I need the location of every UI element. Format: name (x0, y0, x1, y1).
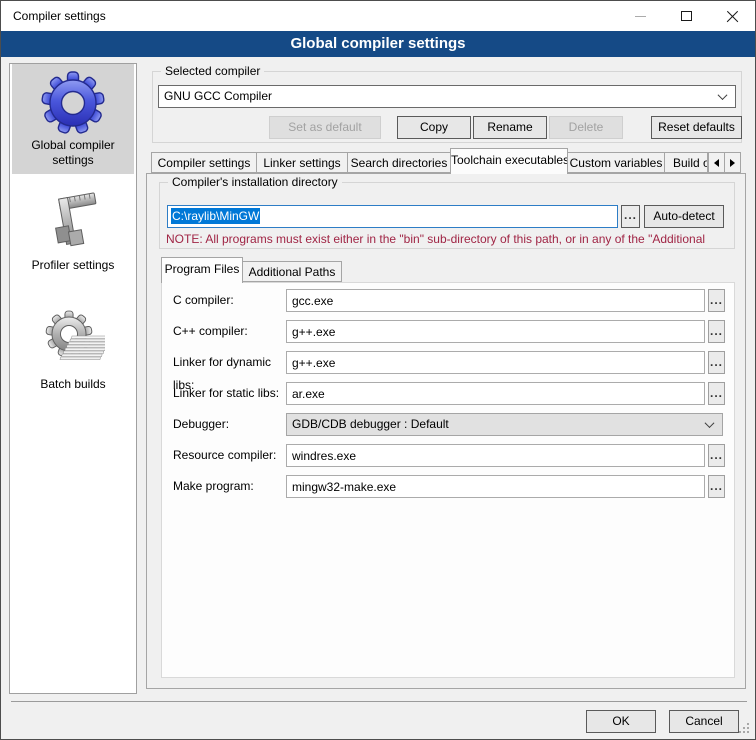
cpp-compiler-browse-button[interactable]: ... (708, 320, 725, 343)
tab-scroll-left-button[interactable] (708, 152, 725, 173)
dynamic-linker-browse-button[interactable]: ... (708, 351, 725, 374)
compiler-settings-dialog: Compiler settings Global compiler settin… (0, 0, 756, 740)
tab-search-directories[interactable]: Search directories (347, 152, 451, 173)
chevron-down-icon (705, 418, 715, 428)
debugger-value: GDB/CDB debugger : Default (292, 417, 449, 431)
make-program-label: Make program: (173, 475, 285, 498)
static-linker-label: Linker for static libs: (173, 382, 285, 405)
resource-compiler-label: Resource compiler: (173, 444, 285, 467)
minimize-icon (635, 16, 646, 17)
resource-compiler-input[interactable] (286, 444, 705, 467)
paths-tab-bar: Program Files Additional Paths (161, 257, 461, 283)
c-compiler-browse-button[interactable]: ... (708, 289, 725, 312)
resource-compiler-browse-button[interactable]: ... (708, 444, 725, 467)
caliper-icon (41, 191, 105, 255)
title-bar[interactable]: Compiler settings (1, 1, 755, 31)
tab-linker-settings[interactable]: Linker settings (256, 152, 348, 173)
debugger-dropdown[interactable]: GDB/CDB debugger : Default (286, 413, 723, 436)
c-compiler-input[interactable] (286, 289, 705, 312)
arrow-right-icon (730, 159, 735, 167)
make-program-browse-button[interactable]: ... (708, 475, 725, 498)
ok-button[interactable]: OK (586, 710, 656, 733)
window-title: Compiler settings (13, 1, 106, 31)
browse-directory-button[interactable]: ... (621, 205, 640, 228)
selected-text: C:\raylib\MinGW (171, 208, 260, 224)
static-linker-row: Linker for static libs: ... (173, 382, 729, 405)
make-program-input[interactable] (286, 475, 705, 498)
sidebar-item-global-compiler-settings[interactable]: Global compiler settings (12, 64, 134, 174)
sidebar-item-label: Global compiler settings (12, 135, 134, 174)
sidebar-item-batch-builds[interactable]: Batch builds (12, 303, 134, 398)
tab-scroll-right-button[interactable] (724, 152, 741, 173)
reset-defaults-button[interactable]: Reset defaults (651, 116, 742, 139)
caption-buttons (617, 1, 755, 31)
dynamic-linker-input[interactable] (286, 351, 705, 374)
tab-program-files[interactable]: Program Files (161, 257, 243, 283)
debugger-label: Debugger: (173, 413, 285, 436)
selected-compiler-dropdown[interactable]: GNU GCC Compiler (158, 85, 736, 108)
resource-compiler-row: Resource compiler: ... (173, 444, 729, 467)
resize-grip[interactable] (747, 731, 749, 733)
c-compiler-label: C compiler: (173, 289, 285, 312)
c-compiler-row: C compiler: ... (173, 289, 729, 312)
tab-toolchain-executables[interactable]: Toolchain executables (450, 148, 568, 174)
cpp-compiler-row: C++ compiler: ... (173, 320, 729, 343)
arrow-left-icon (714, 159, 719, 167)
sidebar-item-profiler-settings[interactable]: Profiler settings (12, 184, 134, 279)
blue-gear-icon (41, 71, 105, 135)
installation-directory-input[interactable]: C:\raylib\MinGW (167, 205, 618, 228)
selected-compiler-group-label: Selected compiler (161, 64, 264, 79)
selected-compiler-value: GNU GCC Compiler (164, 89, 272, 103)
rename-button[interactable]: Rename (473, 116, 547, 139)
set-as-default-button: Set as default (269, 116, 381, 139)
static-linker-browse-button[interactable]: ... (708, 382, 725, 405)
installation-directory-group-label: Compiler's installation directory (168, 175, 342, 190)
dynamic-linker-row: Linker for dynamic libs: ... (173, 351, 729, 374)
cpp-compiler-input[interactable] (286, 320, 705, 343)
maximize-button[interactable] (663, 1, 709, 31)
tab-compiler-settings[interactable]: Compiler settings (151, 152, 257, 173)
delete-button: Delete (549, 116, 623, 139)
tab-additional-paths[interactable]: Additional Paths (242, 261, 342, 282)
cpp-compiler-label: C++ compiler: (173, 320, 285, 343)
tab-custom-variables[interactable]: Custom variables (567, 152, 665, 173)
settings-category-list: Global compiler settings Profiler settin… (9, 63, 137, 694)
maximize-icon (681, 11, 692, 21)
make-program-row: Make program: ... (173, 475, 729, 498)
bin-subdirectory-note: NOTE: All programs must exist either in … (166, 232, 732, 247)
settings-tab-bar: Compiler settings Linker settings Search… (151, 148, 749, 174)
static-linker-input[interactable] (286, 382, 705, 405)
close-button[interactable] (709, 1, 755, 31)
copy-button[interactable]: Copy (397, 116, 471, 139)
auto-detect-button[interactable]: Auto-detect (644, 205, 724, 228)
cancel-button[interactable]: Cancel (669, 710, 739, 733)
close-icon (725, 9, 740, 24)
tab-build-options-truncated[interactable]: Build options (664, 152, 708, 173)
page-title: Global compiler settings (1, 31, 755, 57)
debugger-row: Debugger: GDB/CDB debugger : Default (173, 413, 729, 436)
minimize-button (617, 1, 663, 31)
gray-gear-stack-icon (41, 310, 105, 374)
footer-divider (11, 701, 747, 702)
chevron-down-icon (718, 90, 728, 100)
sidebar-item-label: Profiler settings (12, 255, 134, 279)
sidebar-item-label: Batch builds (12, 374, 134, 398)
